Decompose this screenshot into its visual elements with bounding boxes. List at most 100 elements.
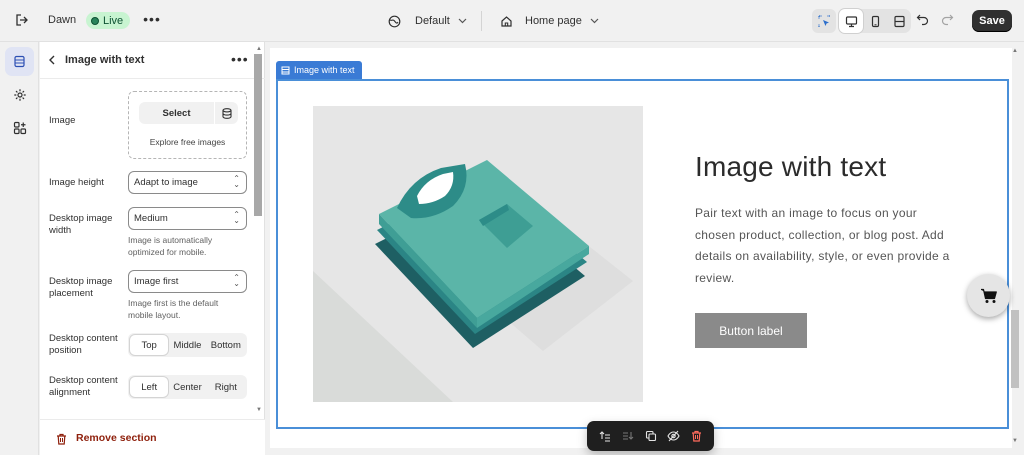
home-icon (501, 15, 512, 27)
image-library-button[interactable] (215, 102, 238, 124)
image-with-text-section[interactable]: Image with text Pair text with an image … (276, 79, 1010, 451)
explore-free-images-link[interactable]: Explore free images (129, 137, 246, 147)
position-middle-option[interactable]: Middle (168, 335, 206, 355)
top-bar: Dawn Live ••• Default Home page Save (0, 0, 1024, 42)
undo-button[interactable] (916, 12, 930, 31)
desktop-view-button[interactable] (839, 9, 863, 33)
scroll-down-icon[interactable]: ▼ (1012, 438, 1018, 444)
remove-section-button[interactable]: Remove section (40, 419, 265, 455)
preview-canvas: Image with text Image with text Pair tex… (266, 42, 1024, 455)
redo-button[interactable] (940, 12, 954, 31)
save-button[interactable]: Save (972, 10, 1012, 32)
image-width-label: Desktop image width (49, 213, 113, 236)
tshirt-stack-illustration (313, 160, 633, 402)
panel-more-button[interactable]: ••• (231, 51, 249, 67)
align-center-option[interactable]: Center (168, 377, 206, 397)
position-top-option[interactable]: Top (130, 335, 169, 355)
hide-button[interactable] (665, 427, 683, 445)
chevron-left-icon (49, 55, 55, 65)
placeholder-image (313, 106, 643, 402)
content-position-label: Desktop content position (49, 333, 118, 356)
move-up-icon (599, 431, 610, 442)
image-placement-select[interactable]: Image first ⌃ ⌄ (128, 270, 247, 293)
delete-section-button[interactable] (688, 427, 706, 445)
image-width-value: Medium (134, 213, 168, 224)
image-height-label: Image height (49, 177, 104, 188)
chevron-down-icon (590, 18, 599, 24)
fullscreen-icon (893, 15, 905, 27)
scroll-up-icon[interactable]: ▲ (256, 46, 262, 52)
section-icon (281, 66, 290, 74)
undo-icon (916, 14, 929, 26)
preview-scrollbar[interactable]: ▲ ▼ (1009, 48, 1021, 448)
chevron-down-icon (458, 18, 467, 24)
scroll-down-icon[interactable]: ▼ (256, 407, 262, 413)
live-label: Live (103, 14, 124, 27)
align-left-option[interactable]: Left (130, 377, 169, 397)
page-selector[interactable]: Home page (500, 11, 599, 31)
globe-icon (388, 15, 401, 27)
page-label: Home page (525, 15, 582, 27)
section-cta-button[interactable]: Button label (695, 313, 807, 348)
section-tag[interactable]: Image with text (276, 61, 362, 79)
trash-icon (692, 430, 701, 442)
inspector-button[interactable] (812, 9, 836, 33)
exit-icon[interactable] (12, 10, 32, 30)
remove-section-label: Remove section (76, 432, 157, 444)
image-placement-help: Image first is the default mobile layout. (128, 298, 219, 320)
fullscreen-view-button[interactable] (887, 9, 911, 33)
panel-scroll-thumb[interactable] (254, 54, 262, 216)
redo-icon (941, 14, 954, 26)
panel-scrollbar[interactable]: ▲ ▼ (252, 46, 264, 416)
preview-scroll-thumb[interactable] (1011, 310, 1019, 388)
section-body-text: Pair text with an image to focus on your… (695, 206, 950, 285)
select-chevrons-icon: ⌃ ⌄ (233, 273, 240, 288)
content-position-segmented: Top Middle Bottom (128, 333, 247, 357)
template-selector[interactable]: Default (388, 11, 467, 31)
scroll-up-icon[interactable]: ▲ (1012, 48, 1018, 54)
more-actions-button[interactable]: ••• (142, 12, 162, 30)
section-action-toolbar (587, 421, 714, 451)
eye-off-icon (667, 430, 680, 442)
live-dot-icon (91, 16, 99, 25)
device-group (839, 9, 911, 33)
sections-button[interactable] (5, 47, 34, 76)
cart-button[interactable] (967, 274, 1010, 317)
apps-button[interactable] (5, 113, 34, 142)
viewport-tools (812, 9, 911, 33)
desktop-icon (845, 15, 857, 27)
image-height-select[interactable]: Adapt to image ⌃ ⌄ (128, 171, 247, 194)
text-column: Image with text Pair text with an image … (695, 151, 955, 348)
settings-panel: Image with text ••• ▲ ▼ Image Select Exp… (40, 42, 265, 455)
sections-icon (14, 55, 25, 68)
theme-settings-button[interactable] (5, 80, 34, 109)
image-placement-label: Desktop image placement (49, 276, 113, 299)
content-alignment-label: Desktop content alignment (49, 375, 118, 398)
database-icon (221, 107, 232, 119)
move-up-button[interactable] (596, 427, 614, 445)
panel-title: Image with text (65, 54, 145, 66)
duplicate-icon (645, 430, 656, 442)
select-chevrons-icon: ⌃ ⌄ (233, 210, 240, 225)
back-button[interactable] (48, 54, 56, 68)
content-alignment-segmented: Left Center Right (128, 375, 247, 399)
image-height-value: Adapt to image (134, 177, 198, 188)
gear-icon (13, 88, 26, 101)
position-bottom-option[interactable]: Bottom (207, 335, 245, 355)
move-down-button[interactable] (619, 427, 637, 445)
image-width-help: Image is automatically optimized for mobi… (128, 235, 213, 257)
section-tag-label: Image with text (294, 65, 355, 75)
mobile-view-button[interactable] (863, 9, 887, 33)
live-badge: Live (86, 12, 131, 29)
select-image-button[interactable]: Select (139, 102, 214, 124)
section-heading: Image with text (695, 151, 887, 182)
align-right-option[interactable]: Right (207, 377, 245, 397)
select-chevrons-icon: ⌃ ⌄ (233, 174, 240, 189)
divider (481, 11, 482, 31)
template-label: Default (415, 15, 450, 27)
preview-frame: Image with text Image with text Pair tex… (270, 48, 1019, 451)
duplicate-button[interactable] (642, 427, 660, 445)
image-width-select[interactable]: Medium ⌃ ⌄ (128, 207, 247, 230)
theme-name: Dawn (48, 14, 77, 26)
cursor-select-icon (817, 14, 830, 27)
